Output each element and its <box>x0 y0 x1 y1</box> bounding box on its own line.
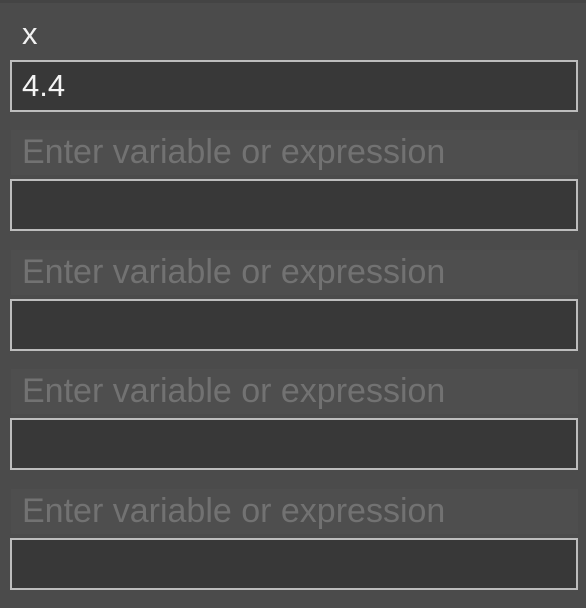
watch-value-field[interactable] <box>10 418 578 470</box>
watch-expression-input[interactable]: Enter variable or expression <box>11 369 578 414</box>
watch-slot: Enter variable or expression <box>0 250 586 369</box>
watch-expression-input[interactable]: Enter variable or expression <box>11 250 578 295</box>
watch-slot: x 4.4 <box>0 11 586 130</box>
watch-expression-input[interactable]: Enter variable or expression <box>11 130 578 175</box>
watch-value-field[interactable]: 4.4 <box>10 60 578 112</box>
watch-expression-input[interactable]: x <box>11 11 578 56</box>
watch-slot: Enter variable or expression <box>0 489 586 608</box>
watch-value-field[interactable] <box>10 179 578 231</box>
watch-slot: Enter variable or expression <box>0 130 586 249</box>
watch-value-field[interactable] <box>10 538 578 590</box>
watch-slot: Enter variable or expression <box>0 369 586 488</box>
watch-value-field[interactable] <box>10 299 578 351</box>
watch-panel: x 4.4 Enter variable or expression Enter… <box>0 0 586 600</box>
watch-expression-input[interactable]: Enter variable or expression <box>11 489 578 534</box>
